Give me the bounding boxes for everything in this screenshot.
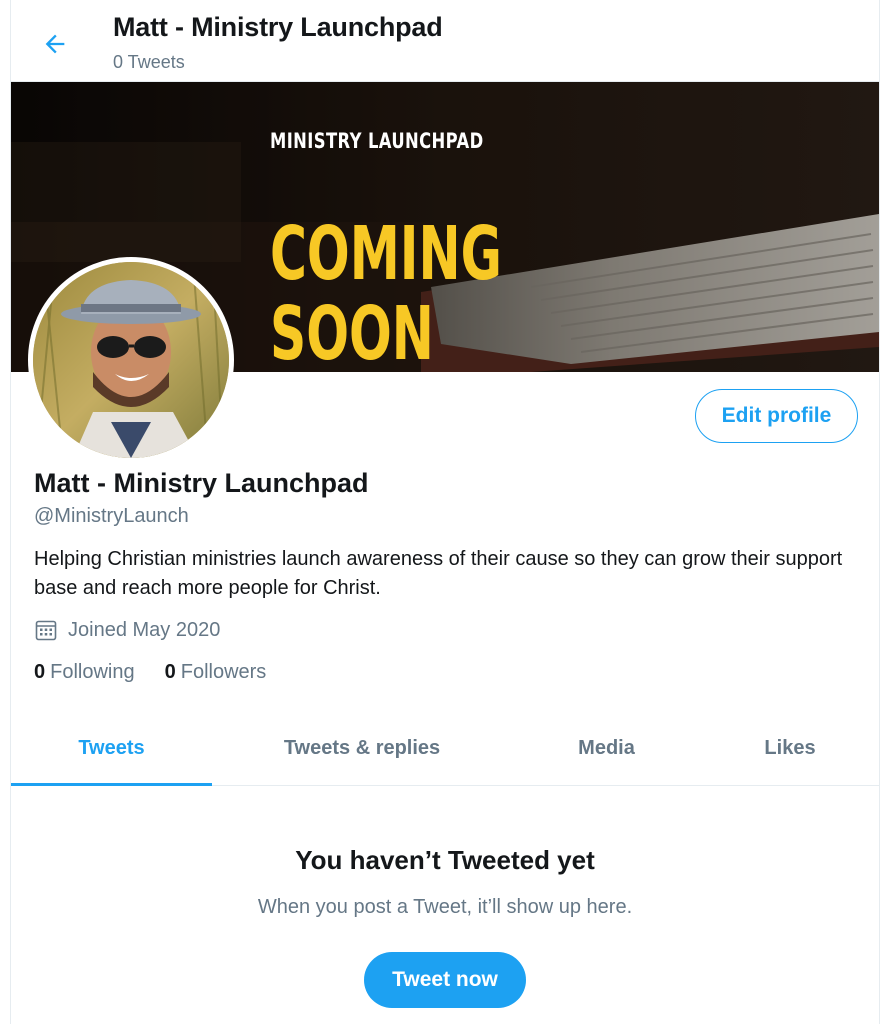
banner-brand-text: MINISTRY LAUNCHPAD [270,129,484,153]
tab-likes[interactable]: Likes [701,710,879,786]
active-tab-indicator [11,783,212,786]
back-button[interactable] [35,24,75,64]
joined-date: Joined May 2020 [34,618,220,642]
calendar-icon [35,620,57,641]
following-link[interactable]: 0 Following [34,661,135,684]
empty-state-title: You haven’t Tweeted yet [295,845,595,875]
header-tweet-count: 0 Tweets [113,52,185,72]
profile-name: Matt - Ministry Launchpad [34,468,369,498]
following-count: 0 [34,661,46,683]
tab-likes-label: Likes [764,736,816,759]
followers-count: 0 [164,661,176,683]
tab-media-label: Media [578,736,635,759]
tab-media[interactable]: Media [512,710,701,786]
tweet-now-button[interactable]: Tweet now [364,952,526,1008]
empty-state-subtitle: When you post a Tweet, it’ll show up her… [257,896,633,918]
header-title: Matt - Ministry Launchpad [113,12,443,42]
follow-stats: 0 Following 0 Followers [34,661,296,684]
followers-link[interactable]: 0 Followers [165,661,267,684]
profile-tabs: Tweets Tweets & replies Media Likes [11,710,879,786]
profile-avatar[interactable] [28,257,234,463]
joined-text: Joined May 2020 [68,618,221,641]
banner-headline-soon: SOON [270,291,434,372]
profile-handle: @MinistryLaunch [34,505,189,527]
tab-tweets[interactable]: Tweets [11,710,212,786]
arrow-left-icon [45,34,65,54]
profile-bio: Helping Christian ministries launch awar… [34,548,843,599]
tab-tweets-replies-label: Tweets & replies [283,736,441,759]
edit-profile-button[interactable]: Edit profile [695,389,858,443]
profile-page: Matt - Ministry Launchpad 0 Tweets MINIS… [10,0,880,1024]
followers-label: Followers [180,661,267,683]
profile-header: Matt - Ministry Launchpad 0 Tweets [11,0,879,82]
tab-tweets-label: Tweets [78,736,145,759]
tab-tweets-replies[interactable]: Tweets & replies [212,710,512,786]
following-label: Following [50,661,135,683]
banner-headline-coming: COMING [270,211,502,297]
avatar-photo [33,262,229,458]
